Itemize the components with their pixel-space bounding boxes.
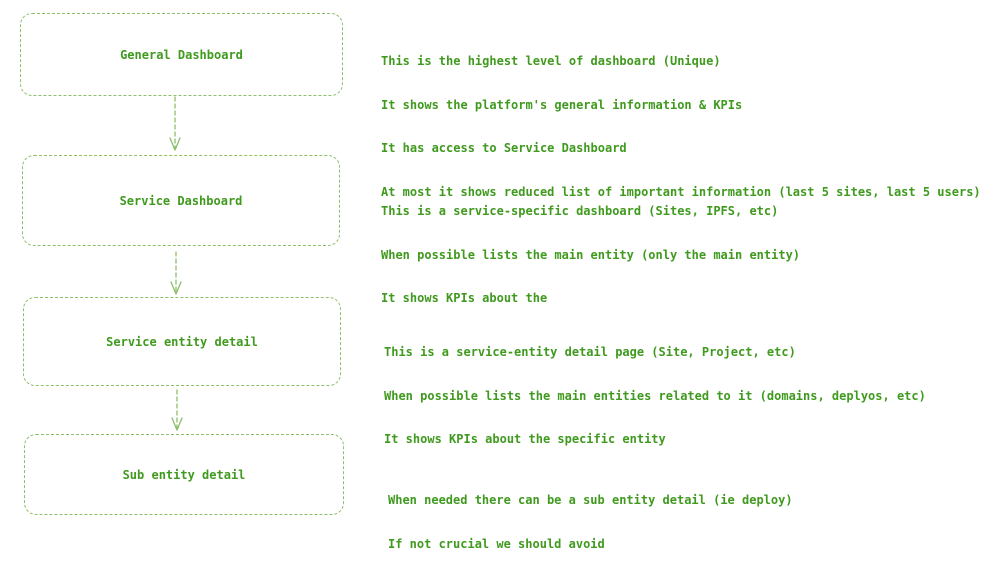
- node-label: Service entity detail: [106, 334, 258, 349]
- diagram-canvas: General Dashboard This is the highest le…: [0, 0, 985, 551]
- note-line: This is a service-specific dashboard (Si…: [381, 204, 779, 218]
- node-sub-entity-detail[interactable]: Sub entity detail: [24, 434, 344, 515]
- note-line: This is the highest level of dashboard (…: [381, 54, 721, 68]
- arrowhead-entity-to-sub: [171, 417, 183, 431]
- arrowhead-general-to-service: [169, 137, 181, 151]
- note-line: If not crucial we should avoid: [388, 536, 605, 551]
- note-line: It shows KPIs about the specific entity: [384, 432, 666, 446]
- node-service-entity-detail[interactable]: Service entity detail: [23, 297, 341, 386]
- notes-service-dashboard: This is a service-specific dashboard (Si…: [381, 175, 800, 335]
- note-line: When possible lists the main entity (onl…: [381, 247, 801, 262]
- note-line: This is a service-entity detail page (Si…: [384, 345, 796, 359]
- node-service-dashboard[interactable]: Service Dashboard: [22, 155, 340, 246]
- arrowhead-service-to-entity: [170, 281, 182, 295]
- notes-service-entity-detail: This is a service-entity detail page (Si…: [384, 316, 926, 476]
- note-line: It shows KPIs about the: [381, 291, 548, 305]
- note-line: When possible lists the main entities re…: [384, 388, 926, 403]
- note-line: When needed there can be a sub entity de…: [388, 493, 793, 507]
- node-label: Service Dashboard: [119, 193, 243, 208]
- node-label: Sub entity detail: [122, 467, 246, 482]
- note-line: It shows the platform's general informat…: [381, 97, 743, 112]
- node-label: General Dashboard: [120, 47, 243, 62]
- notes-sub-entity-detail: When needed there can be a sub entity de…: [388, 464, 793, 580]
- note-line: It has access to Service Dashboard: [381, 141, 627, 155]
- node-general-dashboard[interactable]: General Dashboard: [20, 13, 343, 96]
